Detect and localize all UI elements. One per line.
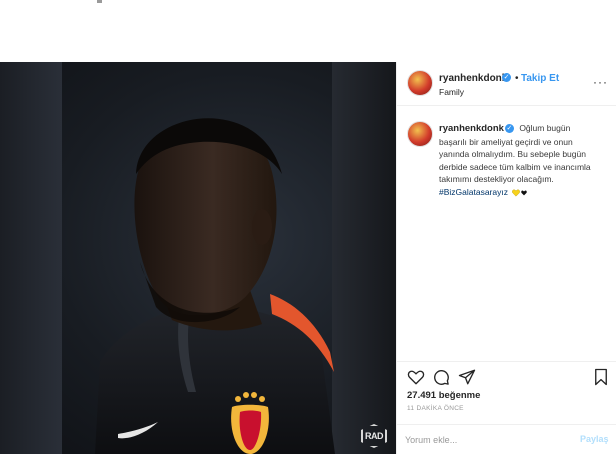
verified-icon: ✓ [502, 73, 511, 82]
yellow-heart-icon [512, 189, 521, 197]
bookmark-icon[interactable] [592, 368, 610, 386]
post-timestamp[interactable]: 11 DAKİKA ÖNCE [407, 405, 464, 412]
more-options-icon[interactable]: ··· [593, 75, 608, 89]
follow-button[interactable]: Takip Et [521, 73, 559, 84]
post-comment-button[interactable]: Paylaş [580, 434, 609, 444]
avatar[interactable] [407, 70, 433, 96]
likes-count[interactable]: 27.491 beğenme [407, 390, 480, 401]
header-username[interactable]: ryanhenkdonk [439, 73, 507, 84]
hashtag-link[interactable]: #BizGalatasarayız [439, 187, 508, 197]
caption-avatar[interactable] [407, 121, 433, 147]
post-actions: 27.491 beğenme 11 DAKİKA ÖNCE [397, 361, 616, 431]
player-portrait [95, 118, 335, 454]
caption-username[interactable]: ryanhenkdonk [439, 123, 504, 134]
location-link[interactable]: Family [439, 87, 464, 97]
post-photo[interactable]: RAD [0, 62, 396, 454]
header-separator: • [515, 73, 519, 84]
post-header: ryanhenkdonk ✓ • Takip Et Family ··· [397, 62, 616, 106]
black-heart-icon [521, 190, 528, 196]
page-top-area [0, 0, 616, 62]
caption-verified-icon: ✓ [504, 123, 514, 133]
heart-icon[interactable] [407, 368, 425, 386]
post-sidebar: ryanhenkdonk ✓ • Takip Et Family ··· rya… [396, 62, 616, 454]
comment-icon[interactable] [432, 368, 450, 386]
page-top-mark [97, 0, 102, 3]
caption-text: ryanhenkdonk ✓ Oğlum bugün başarılı bir a… [439, 122, 599, 199]
comment-form: Paylaş [397, 424, 616, 454]
comment-input[interactable] [405, 431, 565, 449]
caption-block: ryanhenkdonk ✓ Oğlum bugün başarılı bir a… [397, 106, 616, 361]
share-icon[interactable] [458, 368, 476, 386]
